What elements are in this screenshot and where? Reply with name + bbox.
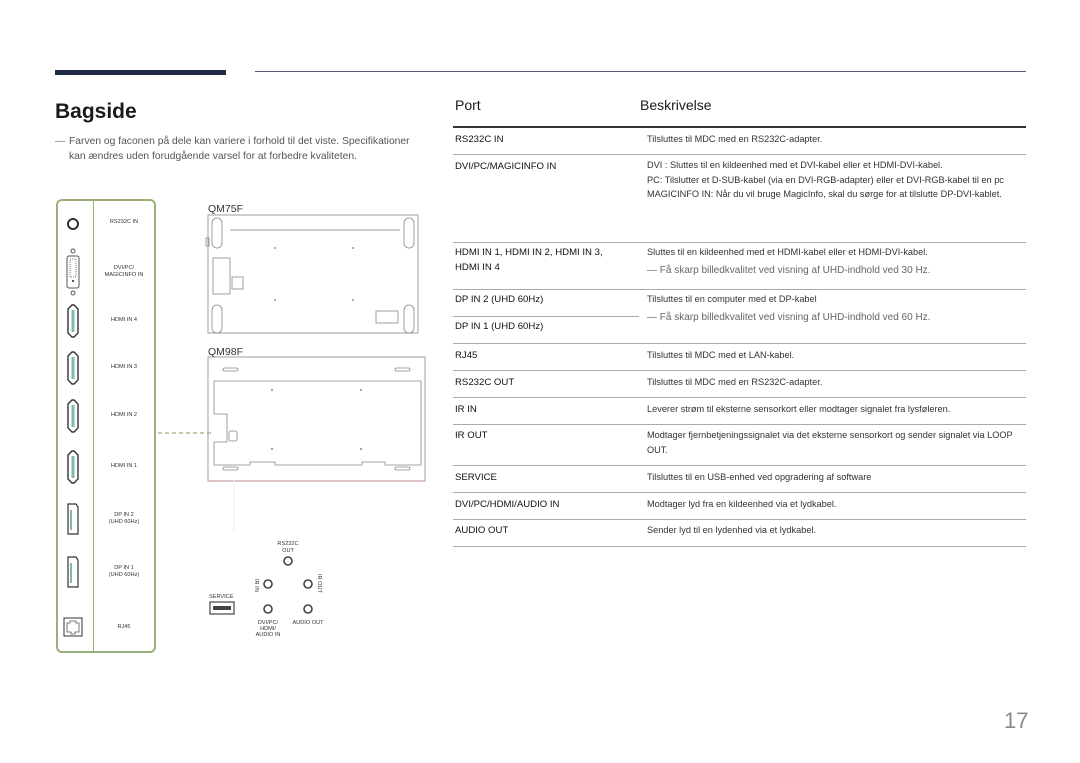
port-name: SERVICE: [455, 472, 497, 483]
ir-in-port-icon: [263, 579, 273, 589]
port-name: AUDIO OUT: [455, 525, 509, 536]
table-row: AUDIO OUT Sender lyd til en lydenhed via …: [453, 520, 1026, 547]
qm98f-rear-outline: [207, 356, 426, 482]
port-description: Tilsluttes til MDC med en RS232C-adapter…: [647, 377, 823, 387]
rs232c-out-label: RS232C OUT: [277, 541, 298, 554]
table-row: RS232C OUT Tilsluttes til MDC med en RS23…: [453, 371, 1026, 398]
port-name: RS232C OUT: [455, 377, 515, 388]
description-note: ― Få skarp billedkvalitet ved visning af…: [647, 264, 931, 276]
port-description: Tilsluttes til MDC med en RS232C-adapter…: [647, 134, 823, 144]
port-description: Tilsluttes til en computer med et DP-kab…: [647, 292, 1025, 325]
table-row: RJ45 Tilsluttes til MDC med et LAN-kabel.: [453, 344, 1026, 371]
port-name: DP IN 2 (UHD 60Hz): [455, 294, 544, 305]
page-number: 17: [1004, 708, 1029, 733]
port-name: IR IN: [455, 404, 477, 415]
ir-in-label: IR IN: [253, 579, 259, 592]
port-description: Tilsluttes til MDC med et LAN-kabel.: [647, 350, 795, 360]
table-row: IR OUT Modtager fjernbetjeningssignalet v…: [453, 425, 1026, 466]
usb-service-port-icon: [209, 601, 235, 615]
table-row: IR IN Leverer strøm til eksterne sensorko…: [453, 398, 1026, 425]
table-row: DVI/PC/HDMI/AUDIO IN Modtager lyd fra en …: [453, 493, 1026, 520]
port-description: Modtager fjernbetjeningssignalet via det…: [647, 430, 1013, 455]
column-header-port: Port: [455, 97, 481, 113]
port-description: DVI : Sluttes til en kildeenhed med et D…: [647, 160, 1004, 199]
port-name: DVI/PC/MAGICINFO IN: [455, 161, 557, 172]
description-note: ― Få skarp billedkvalitet ved visning af…: [647, 311, 931, 323]
port-name: RS232C IN: [455, 134, 504, 145]
port-description: Sluttes til en kildeenhed med et HDMI-ka…: [647, 245, 1025, 278]
audio-out-label: AUDIO OUT: [292, 620, 324, 626]
port-name: HDMI IN 4: [455, 262, 500, 273]
table-row: SERVICE Tilsluttes til en USB-enhed ved o…: [453, 466, 1026, 493]
ir-out-port-icon: [303, 579, 313, 589]
port-name: IR OUT: [455, 430, 488, 441]
table-row: DVI/PC/MAGICINFO IN DVI : Sluttes til en …: [453, 155, 1026, 243]
rs232c-out-port-icon: [283, 556, 293, 566]
port-name: DP IN 1 (UHD 60Hz): [455, 321, 544, 332]
table-row: RS232C IN Tilsluttes til MDC med en RS232…: [453, 128, 1026, 155]
port-name: HDMI IN 1, HDMI IN 2, HDMI IN 3,: [455, 247, 603, 258]
table-row: DP IN 2 (UHD 60Hz) DP IN 1 (UHD 60Hz) Tils…: [453, 290, 1026, 344]
qm75f-rear-outline: [205, 214, 419, 334]
dvi-audio-in-port-icon: [263, 604, 273, 614]
column-header-description: Beskrivelse: [640, 97, 712, 113]
port-description: Modtager lyd fra en kildeenhed via et ly…: [647, 499, 837, 509]
service-label: SERVICE: [209, 594, 234, 600]
ir-out-label: IR OUT: [316, 574, 322, 594]
audio-out-port-icon: [303, 604, 313, 614]
sub-row-divider: [453, 316, 639, 317]
table-row: HDMI IN 1, HDMI IN 2, HDMI IN 3, HDMI IN …: [453, 243, 1026, 290]
qm75f-screw-holes: [274, 247, 354, 301]
dvi-audio-in-label: DVI/PC/HDMI/AUDIO IN: [256, 620, 281, 638]
port-description: Leverer strøm til eksterne sensorkort el…: [647, 404, 951, 414]
port-description: Sender lyd til en lydenhed via et lydkab…: [647, 525, 817, 535]
port-name: RJ45: [455, 350, 478, 361]
qm98f-screw-holes: [271, 389, 362, 450]
port-name: DVI/PC/HDMI/AUDIO IN: [455, 499, 560, 510]
port-description: Tilsluttes til en USB-enhed ved opgrader…: [647, 472, 872, 482]
